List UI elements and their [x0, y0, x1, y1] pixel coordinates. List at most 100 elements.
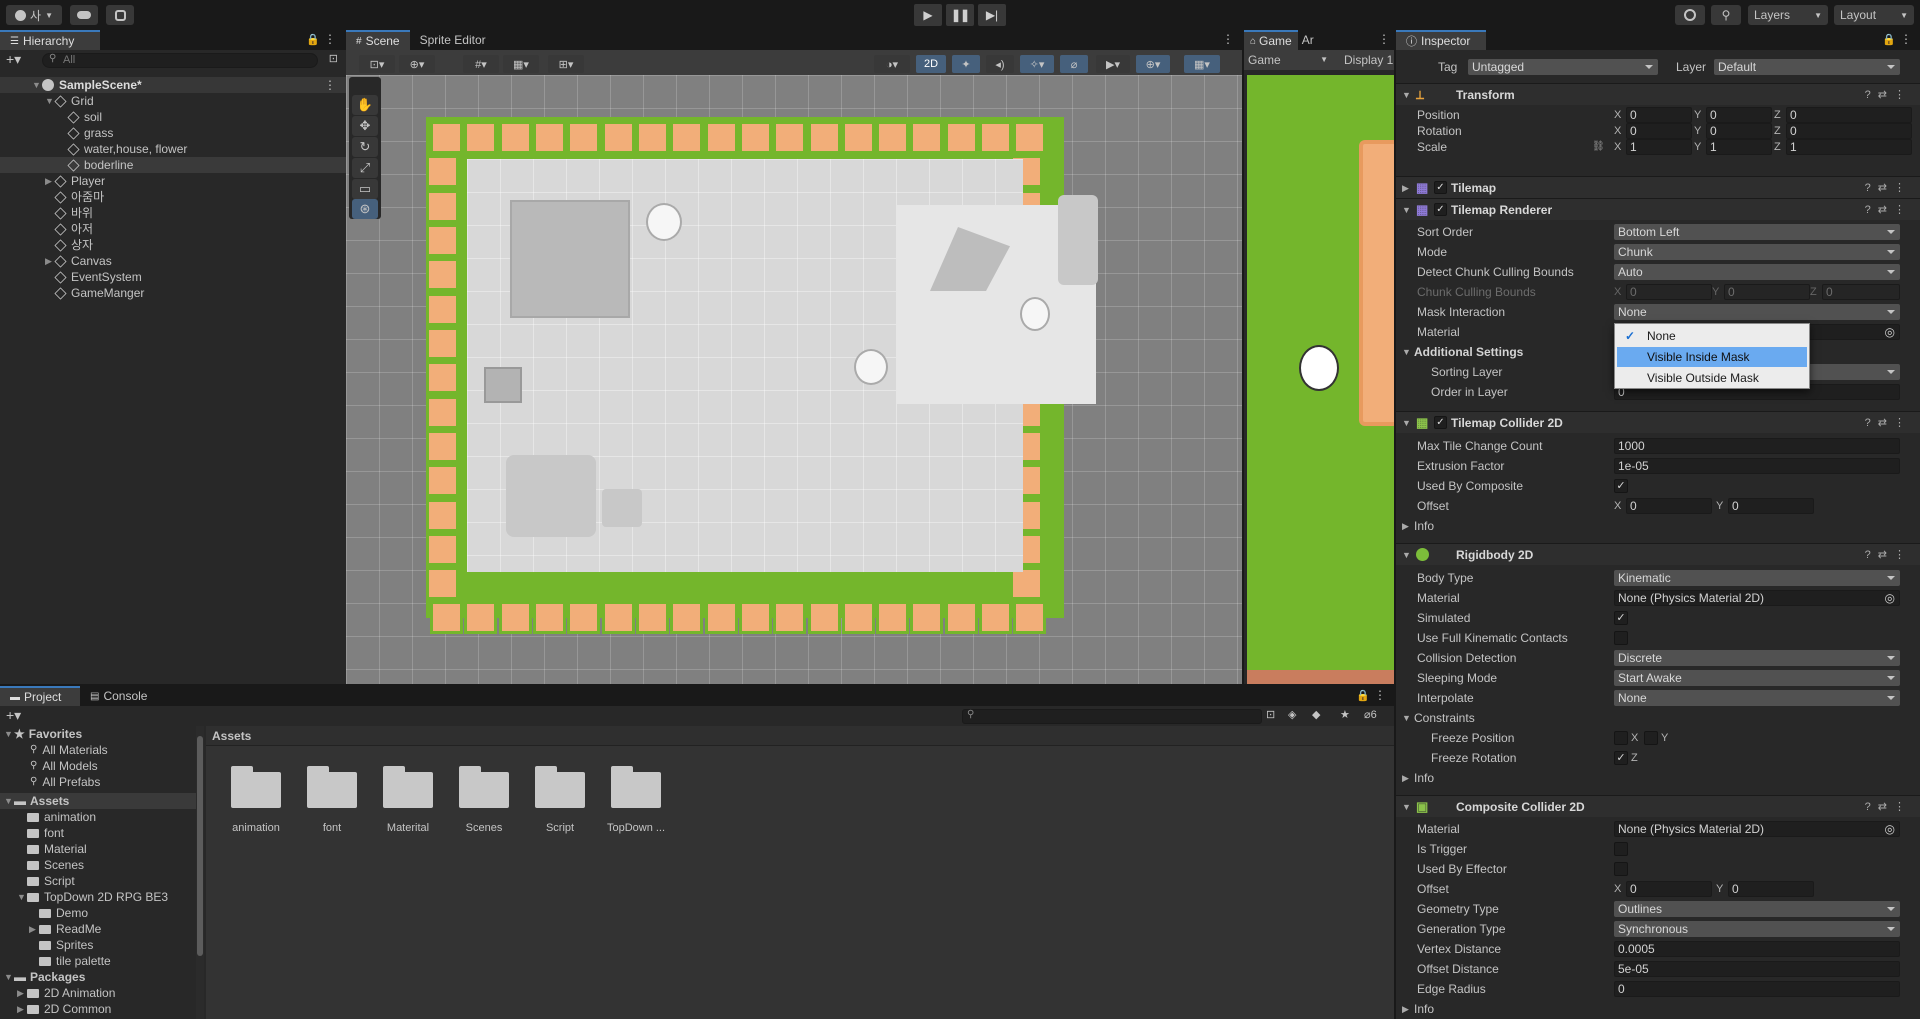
pause-button[interactable]: ❚❚ [946, 4, 974, 26]
cc-material-field[interactable]: None (Physics Material 2D) ◎ [1614, 821, 1900, 837]
vertex-distance-field[interactable]: 0.0005 [1614, 941, 1900, 957]
transform-y-field[interactable]: 0 [1706, 123, 1772, 139]
favorites-row[interactable]: ▼ ★ Favorites [0, 726, 196, 742]
extrusion-field[interactable]: 1e-05 [1614, 458, 1900, 474]
component-menu-icons[interactable]: ?⇄⋮ [1865, 544, 1912, 566]
collider-offset-y[interactable]: 0 [1728, 498, 1814, 514]
favorites-item[interactable]: ⚲ All Prefabs [0, 774, 196, 790]
mask-interaction-dropdown[interactable]: None [1614, 304, 1900, 320]
detect-bounds-dropdown[interactable]: Auto [1614, 264, 1900, 280]
fold-open-icon[interactable]: ▼ [17, 889, 27, 905]
body-type-dropdown[interactable]: Kinematic [1614, 570, 1900, 586]
folder-icon[interactable] [459, 766, 509, 808]
tab-sprite-editor[interactable]: Sprite Editor [410, 30, 496, 50]
layer-dropdown[interactable]: Default [1714, 59, 1900, 75]
transform-z-field[interactable]: 0 [1786, 123, 1912, 139]
layout-dropdown[interactable]: Layout ▼ [1834, 5, 1914, 25]
hierarchy-search-input[interactable]: ⚲ All [42, 53, 318, 68]
mask-option-visible-outside[interactable]: Visible Outside Mask [1617, 368, 1807, 388]
used-by-composite-checkbox[interactable]: ✓ [1614, 479, 1628, 493]
gizmos-dropdown[interactable]: ▦▾ [1184, 55, 1220, 73]
transform-header[interactable]: ▼ ⟂ Transform ?⇄⋮ [1396, 83, 1920, 105]
sort-order-dropdown[interactable]: Bottom Left [1614, 224, 1900, 240]
gizmo-tool-dropdown[interactable]: ⊕▾ [1136, 55, 1170, 73]
component-menu-icons[interactable]: ?⇄⋮ [1865, 796, 1912, 818]
hierarchy-item[interactable]: 바위 [0, 205, 346, 221]
hierarchy-item[interactable]: EventSystem [0, 269, 346, 285]
scale-tool[interactable]: ⤢ [352, 158, 378, 178]
cc-offset-x[interactable]: 0 [1626, 881, 1712, 897]
play-button[interactable]: ▶ [914, 4, 942, 26]
tag-icon[interactable]: ◆ [1312, 708, 1320, 721]
mode-2d-toggle[interactable]: 2D [916, 55, 946, 73]
fold-closed-icon[interactable]: ▶ [17, 1001, 27, 1017]
more-menu-icon[interactable]: ⋮ [1900, 32, 1912, 46]
rb-info-row[interactable]: ▶ Info [1396, 768, 1920, 788]
component-menu-icons[interactable]: ?⇄⋮ [1865, 177, 1912, 199]
simulated-checkbox[interactable]: ✓ [1614, 611, 1628, 625]
tab-inspector[interactable]: ⓘ Inspector [1396, 30, 1486, 50]
game-canvas[interactable] [1247, 75, 1394, 684]
hierarchy-item[interactable]: 아저 [0, 221, 346, 237]
geometry-type-dropdown[interactable]: Outlines [1614, 901, 1900, 917]
search-by-type-icon[interactable]: ⊡ [1266, 708, 1275, 721]
sleeping-mode-dropdown[interactable]: Start Awake [1614, 670, 1900, 686]
hierarchy-item[interactable]: boderline [0, 157, 346, 173]
draw-mode-dropdown[interactable]: ◑▾ [874, 55, 910, 73]
used-by-effector-checkbox[interactable] [1614, 862, 1628, 876]
object-picker-icon[interactable]: ◎ [1885, 325, 1895, 339]
fold-closed-icon[interactable]: ▶ [17, 985, 27, 1001]
component-menu-icons[interactable]: ?⇄⋮ [1865, 199, 1912, 221]
tag-dropdown[interactable]: Untagged [1468, 59, 1658, 75]
search-button[interactable]: ⚲ [1711, 5, 1741, 25]
scene-row[interactable]: ▼ SampleScene* ⋮ [0, 77, 346, 93]
add-icon[interactable]: +▾ [6, 51, 21, 68]
max-tile-field[interactable]: 1000 [1614, 438, 1900, 454]
tab-animator[interactable]: Ar [1298, 30, 1318, 50]
hidden-packages-toggle[interactable]: ⌀6 [1364, 708, 1377, 721]
tab-scene[interactable]: # Scene [346, 30, 410, 50]
add-icon[interactable]: +▾ [6, 707, 21, 724]
tree-scrollbar-thumb[interactable] [197, 736, 203, 956]
asset-tree-item[interactable]: font [0, 825, 196, 841]
hierarchy-item[interactable]: water,house, flower [0, 141, 346, 157]
rect-tool[interactable]: ▭ [352, 179, 378, 199]
hierarchy-item[interactable]: GameManger [0, 285, 346, 301]
more-menu-icon[interactable]: ⋮ [324, 32, 336, 46]
layers-dropdown[interactable]: Layers ▼ [1748, 5, 1828, 25]
asset-tree-item[interactable]: Sprites [0, 937, 196, 953]
hierarchy-item[interactable]: ▶ Canvas [0, 253, 346, 269]
rigidbody-header[interactable]: ▼ Rigidbody 2D ?⇄⋮ [1396, 543, 1920, 565]
renderer-enabled-checkbox[interactable]: ✓ [1434, 203, 1447, 216]
pivot-dropdown[interactable]: ⊕▾ [399, 55, 435, 73]
hierarchy-item[interactable]: 상자 [0, 237, 346, 253]
scene-canvas[interactable]: ✋ ✥ ↻ ⤢ ▭ ⊛ [346, 75, 1242, 684]
search-by-label-icon[interactable]: ◈ [1288, 708, 1296, 721]
game-view-dropdown[interactable]: Game ▼ [1248, 52, 1332, 68]
collider-info-row[interactable]: ▶ Info [1396, 516, 1920, 536]
rotate-tool[interactable]: ↻ [352, 137, 378, 157]
interpolate-dropdown[interactable]: None [1614, 690, 1900, 706]
transform-z-field[interactable]: 1 [1786, 139, 1912, 155]
favorites-item[interactable]: ⚲ All Models [0, 758, 196, 774]
folder-icon[interactable] [535, 766, 585, 808]
audio-toggle[interactable]: ◂) [986, 55, 1014, 73]
folder-icon[interactable] [307, 766, 357, 808]
move-tool[interactable]: ✥ [352, 116, 378, 136]
tilemap-header[interactable]: ▶ ▦ ✓ Tilemap ?⇄⋮ [1396, 176, 1920, 198]
transform-x-field[interactable]: 1 [1626, 139, 1692, 155]
freeze-rotation-z-checkbox[interactable]: ✓ [1614, 751, 1628, 765]
transform-y-field[interactable]: 0 [1706, 107, 1772, 123]
object-picker-icon[interactable]: ◎ [1885, 591, 1895, 605]
folder-name[interactable]: Materital [370, 822, 446, 834]
composite-header[interactable]: ▼ ▣ Composite Collider 2D ?⇄⋮ [1396, 795, 1920, 817]
asset-tree-item[interactable]: ▶ ReadMe [0, 921, 196, 937]
asset-tree-item[interactable]: Script [0, 873, 196, 889]
generation-type-dropdown[interactable]: Synchronous [1614, 921, 1900, 937]
step-button[interactable]: ▶| [978, 4, 1006, 26]
hierarchy-item[interactable]: grass [0, 125, 346, 141]
component-menu-icons[interactable]: ?⇄⋮ [1865, 84, 1912, 106]
folder-name[interactable]: Scenes [446, 822, 522, 834]
tilemap-renderer-header[interactable]: ▼ ▦ ✓ Tilemap Renderer ?⇄⋮ [1396, 198, 1920, 220]
asset-tree-item[interactable]: Demo [0, 905, 196, 921]
